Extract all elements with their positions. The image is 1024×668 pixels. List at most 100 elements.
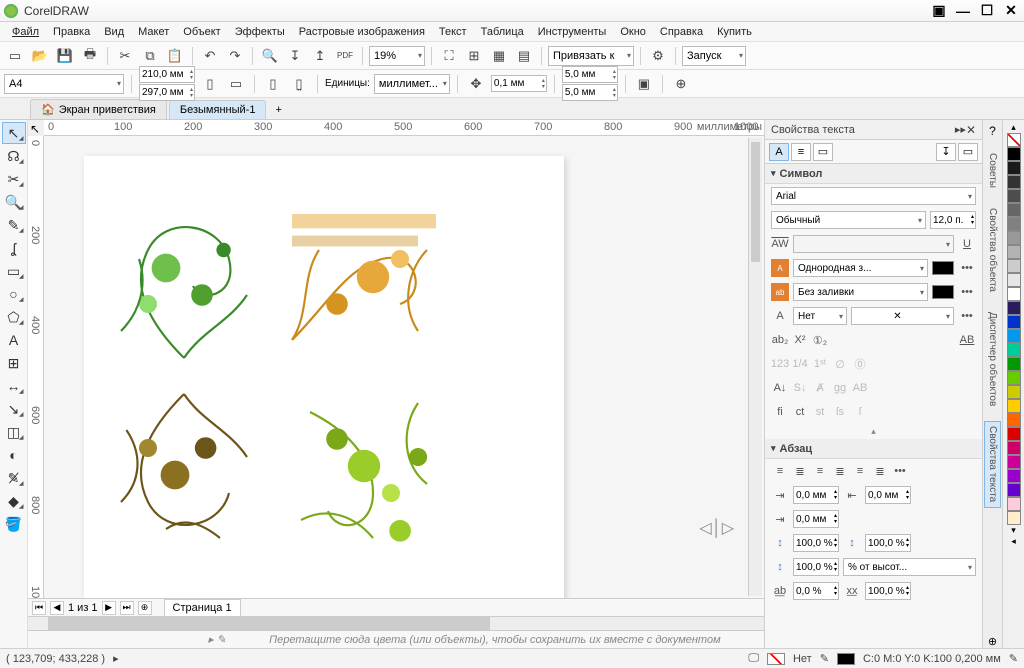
ruler-vertical[interactable]: 0 200 400 600 800 1000 bbox=[28, 136, 44, 598]
crop-tool[interactable]: ✂◢ bbox=[2, 168, 26, 190]
save-button[interactable]: 💾 bbox=[54, 45, 76, 67]
space-before-input[interactable]: 100,0 % bbox=[793, 534, 839, 552]
undo-button[interactable]: ↶ bbox=[199, 45, 221, 67]
underline-button[interactable]: U bbox=[958, 235, 976, 253]
artwork[interactable] bbox=[94, 196, 454, 556]
import-button[interactable]: ↧ bbox=[284, 45, 306, 67]
transparency-tool[interactable]: ◐ bbox=[2, 444, 26, 466]
options-button[interactable]: ⚙ bbox=[647, 45, 669, 67]
vtab-text-props[interactable]: Свойства текста bbox=[984, 421, 1001, 507]
swatch[interactable] bbox=[1007, 343, 1021, 357]
vtab-hints[interactable]: Советы bbox=[984, 148, 1001, 193]
smart-fill-tool[interactable]: 🪣 bbox=[2, 513, 26, 535]
paste-button[interactable]: 📋 bbox=[164, 45, 186, 67]
font-style-combo[interactable]: Обычный bbox=[771, 211, 926, 229]
align-more-button[interactable]: ••• bbox=[891, 462, 909, 480]
zoom-combo[interactable]: 19% bbox=[369, 46, 425, 66]
menu-text[interactable]: Текст bbox=[433, 24, 473, 40]
copy-button[interactable]: ⧉ bbox=[139, 45, 161, 67]
ellipse-tool[interactable]: ○◢ bbox=[2, 283, 26, 305]
zoom-tool[interactable]: 🔍◢ bbox=[2, 191, 26, 213]
bg-more-button[interactable]: ••• bbox=[958, 283, 976, 301]
tabular-button[interactable]: ⓪ bbox=[851, 355, 869, 373]
menu-layout[interactable]: Макет bbox=[132, 24, 175, 40]
rectangle-tool[interactable]: ▭◢ bbox=[2, 260, 26, 282]
swatch[interactable] bbox=[1007, 245, 1021, 259]
freehand-tool[interactable]: ✎◢ bbox=[2, 214, 26, 236]
swatch[interactable] bbox=[1007, 427, 1021, 441]
line-spacing-input[interactable]: 100,0 % bbox=[793, 558, 839, 576]
page-prev-button[interactable]: ◀ bbox=[50, 601, 64, 615]
caps-button[interactable]: AB bbox=[958, 331, 976, 349]
vtab-object-props[interactable]: Свойства объекта bbox=[984, 203, 1001, 297]
print-button[interactable]: 🖶 bbox=[79, 45, 101, 67]
swatch[interactable] bbox=[1007, 161, 1021, 175]
menu-tools[interactable]: Инструменты bbox=[532, 24, 613, 40]
historical-button[interactable]: ſs bbox=[831, 403, 849, 421]
font-size-input[interactable]: 12,0 п. bbox=[930, 211, 976, 229]
swatch[interactable] bbox=[1007, 399, 1021, 413]
oldstyle-button[interactable]: 123 bbox=[771, 355, 789, 373]
section-paragraph[interactable]: Абзац bbox=[765, 439, 982, 459]
menu-edit[interactable]: Правка bbox=[47, 24, 96, 40]
units-combo[interactable]: миллимет... bbox=[374, 74, 450, 94]
eyedropper-tool[interactable]: ✎̸◢ bbox=[2, 467, 26, 489]
swatch-none[interactable] bbox=[1007, 133, 1021, 147]
color-proof-icon[interactable]: 🖵 bbox=[748, 652, 759, 665]
launch-combo[interactable]: Запуск bbox=[682, 46, 746, 66]
status-fill-swatch[interactable] bbox=[767, 653, 785, 665]
fill-color-swatch[interactable] bbox=[932, 261, 954, 275]
add-page-button[interactable]: ⊕ bbox=[138, 601, 152, 615]
portrait-button[interactable]: ▯ bbox=[199, 73, 221, 95]
swatch[interactable] bbox=[1007, 273, 1021, 287]
page-width-input[interactable]: 210,0 мм bbox=[139, 66, 195, 83]
position-button[interactable]: ①₂ bbox=[811, 331, 829, 349]
pick-tool[interactable]: ↖◢ bbox=[2, 122, 26, 144]
fraction-button[interactable]: 1/4 bbox=[791, 355, 809, 373]
slashed-zero-button[interactable]: ∅ bbox=[831, 355, 849, 373]
current-page-icon[interactable]: ▯̤ bbox=[288, 73, 310, 95]
page-height-input[interactable]: 297,0 мм bbox=[139, 84, 195, 101]
page-last-button[interactable]: ⏭ bbox=[120, 601, 134, 615]
swatch[interactable] bbox=[1007, 385, 1021, 399]
swatch[interactable] bbox=[1007, 511, 1021, 525]
stylistic-set-button[interactable]: gg bbox=[831, 379, 849, 397]
align-justify-button[interactable]: ≡ bbox=[851, 462, 869, 480]
font-family-combo[interactable]: Arial bbox=[771, 187, 976, 205]
word-spacing-input[interactable]: 100,0 % bbox=[865, 582, 911, 600]
swatch[interactable] bbox=[1007, 469, 1021, 483]
snap-combo[interactable]: Привязать к bbox=[548, 46, 634, 66]
align-none-button[interactable]: ≡ bbox=[771, 462, 789, 480]
tab-welcome[interactable]: 🏠 Экран приветствия bbox=[30, 99, 167, 119]
menu-bitmaps[interactable]: Растровые изображения bbox=[293, 24, 431, 40]
swatch[interactable] bbox=[1007, 287, 1021, 301]
treat-as-filled-button[interactable]: ▣ bbox=[633, 73, 655, 95]
page-tab-1[interactable]: Страница 1 bbox=[164, 599, 241, 617]
section-symbol[interactable]: Символ bbox=[765, 164, 982, 184]
duplicate-x-input[interactable]: 5,0 мм bbox=[562, 66, 618, 83]
palette-expand-button[interactable]: ◂ bbox=[1011, 536, 1016, 547]
grid-button[interactable]: ▦ bbox=[488, 45, 510, 67]
char-spacing-input[interactable]: 0,0 % bbox=[793, 582, 839, 600]
vtab-object-manager[interactable]: Диспетчер объектов bbox=[984, 307, 1001, 411]
indent-right-input[interactable]: 0,0 мм bbox=[865, 486, 911, 504]
landscape-button[interactable]: ▭ bbox=[225, 73, 247, 95]
tab-new-icon[interactable]: ▭ bbox=[958, 143, 978, 161]
outline-edit-icon[interactable]: ✎ bbox=[1009, 652, 1018, 665]
long-s-button[interactable]: ſ bbox=[851, 403, 869, 421]
kerning-icon[interactable]: AW bbox=[771, 235, 789, 253]
swatch[interactable] bbox=[1007, 175, 1021, 189]
space-after-input[interactable]: 100,0 % bbox=[865, 534, 911, 552]
duplicate-y-input[interactable]: 5,0 мм bbox=[562, 84, 618, 101]
tab-character[interactable]: A bbox=[769, 143, 789, 161]
page-size-combo[interactable]: A4 bbox=[4, 74, 124, 94]
bg-fill-combo[interactable]: Без заливки bbox=[793, 283, 928, 301]
menu-view[interactable]: Вид bbox=[98, 24, 130, 40]
swatch[interactable] bbox=[1007, 371, 1021, 385]
section-collapse-icon[interactable]: ▴ bbox=[765, 424, 982, 439]
canvas[interactable]: ◁│▷ bbox=[44, 136, 764, 598]
bg-color-swatch[interactable] bbox=[932, 285, 954, 299]
all-pages-icon[interactable]: ▯ bbox=[262, 73, 284, 95]
status-next-icon[interactable]: ▸ bbox=[113, 652, 119, 665]
export-button[interactable]: ↥ bbox=[309, 45, 331, 67]
